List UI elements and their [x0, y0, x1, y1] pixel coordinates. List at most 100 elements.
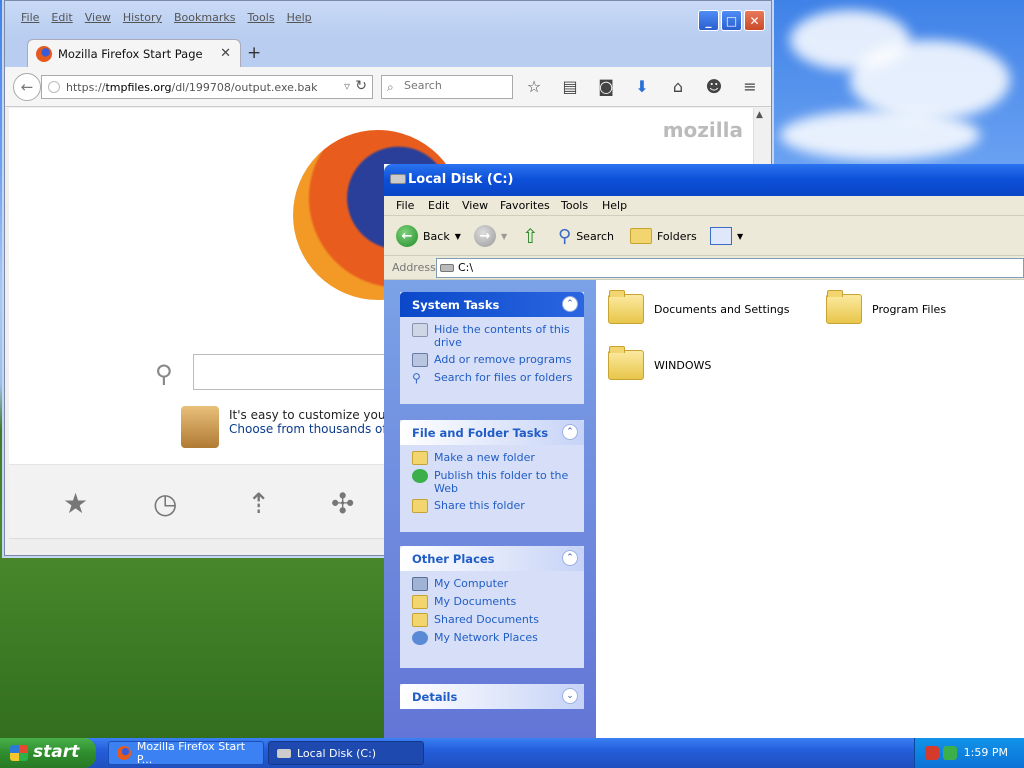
place-my-network[interactable]: My Network Places [412, 631, 576, 645]
addons-puzzle-icon[interactable]: ✣ [331, 487, 354, 520]
explorer-toolbar: ← Back ▼ → ▼ ⇧ ⚲ Search Folders ▼ [384, 216, 1024, 256]
forward-dropdown-icon[interactable]: ▼ [501, 232, 507, 241]
search-files-icon: ⚲ [412, 371, 421, 385]
magnifier-icon: ⚲ [558, 225, 572, 247]
collapse-chevron-icon[interactable]: ⌃ [562, 296, 578, 312]
forward-button[interactable]: → ▼ [474, 224, 507, 248]
reading-list-icon[interactable]: ▤ [559, 77, 581, 96]
ff-menu-file[interactable]: File [15, 11, 45, 24]
ex-menu-help[interactable]: Help [602, 199, 627, 212]
start-search-icon: ⚲ [155, 360, 173, 388]
forward-arrow-icon: → [474, 225, 496, 247]
other-places-header[interactable]: Other Places ⌃ [400, 546, 584, 571]
reload-icon[interactable]: ↻ [355, 78, 367, 94]
ff-menu-edit[interactable]: Edit [45, 11, 78, 24]
explorer-titlebar[interactable]: Local Disk (C:) [384, 164, 1024, 196]
maximize-button[interactable]: □ [721, 10, 742, 31]
file-folder-tasks-title: File and Folder Tasks [412, 426, 549, 440]
folder-item[interactable]: Program Files [826, 290, 946, 324]
task-search-files[interactable]: ⚲ Search for files or folders [412, 371, 576, 385]
ex-menu-view[interactable]: View [462, 199, 488, 212]
close-button[interactable]: ✕ [744, 10, 765, 31]
views-button[interactable]: ▼ [710, 224, 743, 248]
taskbar: start Mozilla Firefox Start P... Local D… [0, 738, 1024, 768]
drive-icon [277, 748, 291, 758]
place-my-computer[interactable]: My Computer [412, 577, 576, 591]
ff-menu-view[interactable]: View [79, 11, 117, 24]
ff-menu-bookmarks[interactable]: Bookmarks [168, 11, 241, 24]
task-share-folder[interactable]: Share this folder [412, 499, 576, 513]
up-folder-icon: ⇧ [522, 224, 539, 248]
security-shield-icon[interactable] [925, 746, 939, 760]
task-make-folder[interactable]: Make a new folder [412, 451, 576, 465]
expand-chevron-icon[interactable]: ⌄ [562, 688, 578, 704]
collapse-chevron-icon[interactable]: ⌃ [562, 424, 578, 440]
folder-item[interactable]: Documents and Settings [608, 290, 790, 324]
search-button[interactable]: ⚲ Search [558, 224, 614, 248]
history-clock-icon[interactable]: ◷ [153, 487, 177, 520]
tab-title: Mozilla Firefox Start Page [58, 47, 203, 61]
tab-close-icon[interactable]: ✕ [220, 46, 231, 61]
tab-firefox-start[interactable]: Mozilla Firefox Start Page ✕ [27, 39, 241, 67]
back-dropdown-icon[interactable]: ▼ [455, 232, 461, 241]
window-title: Local Disk (C:) [408, 172, 514, 187]
start-button[interactable]: start [0, 738, 96, 768]
start-search-input[interactable] [193, 354, 393, 390]
task-publish-web[interactable]: Publish this folder to the Web [412, 469, 576, 495]
ex-menu-tools[interactable]: Tools [561, 199, 588, 212]
hello-chat-icon[interactable]: ☻ [703, 77, 725, 96]
sync-rocket-icon[interactable]: ⇡ [247, 487, 270, 520]
back-label: Back [423, 229, 450, 243]
collapse-chevron-icon[interactable]: ⌃ [562, 550, 578, 566]
address-label: Address [392, 261, 436, 274]
folders-label: Folders [657, 229, 697, 243]
back-button[interactable]: ← Back ▼ [396, 224, 461, 248]
taskbar-item-firefox[interactable]: Mozilla Firefox Start P... [108, 740, 264, 766]
ex-menu-edit[interactable]: Edit [428, 199, 449, 212]
network-icon[interactable] [943, 746, 957, 760]
ff-menu-help[interactable]: Help [281, 11, 318, 24]
pocket-icon[interactable]: ◙ [595, 77, 617, 96]
customize-link[interactable]: Choose from thousands of ac [229, 422, 404, 436]
file-folder-tasks-header[interactable]: File and Folder Tasks ⌃ [400, 420, 584, 445]
up-folder-button[interactable]: ⇧ [522, 224, 539, 248]
url-dropdown-icon[interactable]: ▿ [344, 79, 350, 93]
search-box[interactable]: ⌕ [381, 75, 513, 99]
bookmarks-star-icon[interactable]: ★ [63, 487, 88, 520]
folders-icon [630, 228, 652, 244]
place-my-documents[interactable]: My Documents [412, 595, 576, 609]
place-shared-documents[interactable]: Shared Documents [412, 613, 576, 627]
scroll-up-icon[interactable]: ▲ [756, 110, 763, 120]
ex-menu-file[interactable]: File [396, 199, 414, 212]
back-arrow-icon[interactable]: ← [13, 73, 41, 101]
url-bar[interactable]: https://tmpfiles.org/dl/199708/output.ex… [41, 75, 373, 99]
network-places-icon [412, 631, 428, 645]
system-tasks-panel: System Tasks ⌃ Hide the contents of this… [400, 292, 584, 404]
ex-menu-favorites[interactable]: Favorites [500, 199, 550, 212]
gift-box-icon [181, 406, 219, 448]
task-hide-contents[interactable]: Hide the contents of this drive [412, 323, 576, 349]
address-input[interactable]: C:\ [436, 258, 1024, 278]
task-add-remove-programs[interactable]: Add or remove programs [412, 353, 576, 367]
home-icon[interactable]: ⌂ [667, 77, 689, 96]
desktop-cloud [780, 110, 980, 160]
bookmark-star-icon[interactable]: ☆ [523, 77, 545, 96]
new-tab-icon[interactable]: + [247, 43, 261, 63]
minimize-button[interactable]: _ [698, 10, 719, 31]
firefox-menubar: File Edit View History Bookmarks Tools H… [5, 1, 771, 37]
search-input[interactable] [404, 79, 508, 92]
folders-button[interactable]: Folders [630, 224, 697, 248]
folder-item[interactable]: WINDOWS [608, 346, 711, 380]
my-computer-icon [412, 577, 428, 591]
download-icon[interactable]: ⬇ [631, 77, 653, 96]
system-tasks-header[interactable]: System Tasks ⌃ [400, 292, 584, 317]
windows-flag-icon [10, 745, 28, 761]
tab-strip: Mozilla Firefox Start Page ✕ + [5, 37, 771, 67]
menu-hamburger-icon[interactable]: ≡ [739, 77, 761, 96]
ff-menu-tools[interactable]: Tools [241, 11, 280, 24]
site-info-icon[interactable] [48, 81, 60, 93]
taskbar-item-explorer[interactable]: Local Disk (C:) [268, 741, 424, 765]
details-header[interactable]: Details ⌄ [400, 684, 584, 709]
ff-menu-history[interactable]: History [117, 11, 168, 24]
views-dropdown-icon[interactable]: ▼ [737, 232, 743, 241]
